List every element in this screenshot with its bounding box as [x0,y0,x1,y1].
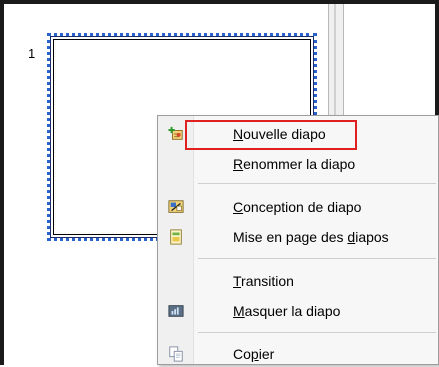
slide-design-icon [168,199,184,215]
menu-item-transition[interactable]: Transition [158,268,438,294]
copy-icon [168,346,184,362]
annotation-highlight-box [185,120,357,150]
menu-separator [198,183,436,184]
menu-separator [198,258,436,259]
menu-item-slide-layout[interactable]: Mise en page des diapos [158,224,438,250]
menu-item-label: Mise en page des diapos [233,229,389,245]
menu-item-rename-slide[interactable]: Renommer la diapo [158,151,438,177]
application-window: 1 Nouvelle diapo Renommer la diapo Conce… [0,0,439,365]
menu-item-label: Copier [233,346,275,362]
menu-item-copy[interactable]: Copier [158,341,438,367]
menu-item-label: Masquer la diapo [233,303,341,319]
slide-layout-icon [168,229,184,245]
context-menu: Nouvelle diapo Renommer la diapo Concept… [157,115,439,365]
slide-number: 1 [28,46,36,61]
menu-separator [198,332,436,333]
hide-slide-icon [168,303,184,319]
menu-item-slide-design[interactable]: Conception de diapo [158,194,438,220]
menu-item-label: Transition [233,273,294,289]
menu-item-label: Conception de diapo [233,199,362,215]
menu-item-hide-slide[interactable]: Masquer la diapo [158,298,438,324]
new-slide-icon [168,126,184,142]
menu-item-label: Renommer la diapo [233,156,356,172]
